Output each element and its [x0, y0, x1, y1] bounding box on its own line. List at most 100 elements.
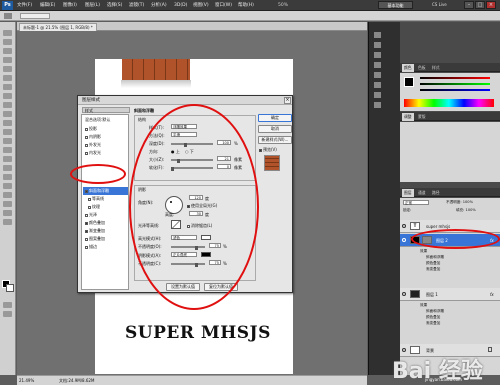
- effect-gradient-overlay[interactable]: 渐变叠加: [426, 321, 440, 326]
- minimize-button[interactable]: –: [464, 1, 474, 9]
- shape-tool-icon[interactable]: [3, 183, 12, 189]
- quick-select-tool-icon[interactable]: [3, 57, 12, 63]
- checkbox[interactable]: [85, 229, 88, 233]
- character-panel-icon[interactable]: [374, 52, 381, 58]
- checkbox[interactable]: [85, 221, 88, 225]
- color-slider-r[interactable]: [420, 77, 490, 79]
- checkbox[interactable]: [85, 213, 88, 217]
- checkbox[interactable]: [88, 205, 91, 209]
- brush-panel-icon[interactable]: [374, 72, 381, 78]
- crop-tool-icon[interactable]: [3, 66, 12, 72]
- blend-mode-select[interactable]: 正常: [403, 200, 429, 205]
- type-tool-icon[interactable]: [3, 165, 12, 171]
- new-style-button[interactable]: 新建样式(W)...: [258, 136, 292, 144]
- eye-icon[interactable]: [402, 348, 406, 352]
- style-item-gradient-overlay[interactable]: 渐变叠加: [83, 227, 128, 235]
- eye-icon[interactable]: [402, 238, 406, 242]
- cancel-button[interactable]: 取消: [258, 125, 292, 133]
- eye-icon[interactable]: [402, 292, 406, 296]
- cs-live-button[interactable]: CS Live: [432, 2, 447, 7]
- style-item-pattern-overlay[interactable]: 图案叠加: [83, 235, 128, 243]
- lasso-tool-icon[interactable]: [3, 48, 12, 54]
- style-item-texture[interactable]: 纹理: [83, 203, 128, 211]
- menu-select[interactable]: 选择(S): [107, 2, 122, 10]
- style-item-satin[interactable]: 光泽: [83, 211, 128, 219]
- style-item-drop-shadow[interactable]: 投影: [83, 125, 128, 133]
- dodge-tool-icon[interactable]: [3, 147, 12, 153]
- hand-tool-icon[interactable]: [3, 210, 12, 216]
- menu-window[interactable]: 窗口(W): [215, 2, 232, 10]
- color-slider-b[interactable]: [420, 89, 490, 91]
- menu-filter[interactable]: 滤镜(T): [129, 2, 144, 10]
- checkbox[interactable]: [259, 148, 262, 152]
- style-item-bevel-emboss[interactable]: 斜面和浮雕: [83, 187, 128, 195]
- stamp-tool-icon[interactable]: [3, 102, 12, 108]
- tab-channels[interactable]: 通道: [416, 189, 428, 197]
- tab-masks[interactable]: 蒙版: [416, 113, 428, 121]
- workspace-button[interactable]: 基本功能: [378, 1, 413, 9]
- gradient-tool-icon[interactable]: [3, 129, 12, 135]
- dialog-close-button[interactable]: ×: [284, 97, 291, 104]
- blur-tool-icon[interactable]: [3, 138, 12, 144]
- tab-color[interactable]: 颜色: [402, 64, 414, 72]
- checkbox[interactable]: [85, 245, 88, 249]
- blend-options-item[interactable]: 混合选项:默认: [83, 116, 128, 124]
- checkbox[interactable]: [85, 127, 88, 131]
- maximize-button[interactable]: □: [475, 1, 485, 9]
- tab-swatches[interactable]: 色板: [416, 64, 428, 72]
- paragraph-panel-icon[interactable]: [374, 62, 381, 68]
- layer-row-layer1[interactable]: 图层 1 fx: [400, 288, 500, 301]
- effect-bevel[interactable]: 斜面和浮雕: [426, 255, 444, 260]
- background-color-swatch[interactable]: [6, 284, 14, 292]
- move-tool-icon[interactable]: [3, 30, 12, 36]
- style-item-inner-glow[interactable]: 内发光: [83, 149, 128, 157]
- eraser-tool-icon[interactable]: [3, 120, 12, 126]
- checkbox[interactable]: [85, 189, 88, 193]
- color-ramp[interactable]: [404, 99, 494, 107]
- tab-adjustments[interactable]: 调整: [402, 113, 414, 121]
- checkbox[interactable]: [88, 197, 91, 201]
- menu-3d[interactable]: 3D(D): [174, 2, 187, 10]
- checkbox[interactable]: [85, 143, 88, 147]
- menu-analysis[interactable]: 分析(A): [151, 2, 167, 10]
- effect-bevel[interactable]: 斜面和浮雕: [426, 309, 444, 314]
- menu-image[interactable]: 图像(I): [63, 2, 77, 10]
- history-panel-icon[interactable]: [374, 32, 381, 38]
- effect-gradient-overlay[interactable]: 渐变叠加: [426, 267, 440, 272]
- status-zoom[interactable]: 21.49%: [19, 376, 34, 385]
- color-fg-swatch[interactable]: [404, 77, 414, 87]
- preview-checkbox[interactable]: 预览(V): [259, 147, 277, 153]
- healing-tool-icon[interactable]: [3, 84, 12, 90]
- menu-file[interactable]: 文件(F): [17, 2, 32, 10]
- tab-paths[interactable]: 路径: [430, 189, 442, 197]
- menu-edit[interactable]: 编辑(E): [40, 2, 55, 10]
- styles-header[interactable]: 样式: [82, 107, 130, 113]
- 3d-camera-tool-icon[interactable]: [3, 201, 12, 207]
- checkbox[interactable]: [85, 237, 88, 241]
- color-slider-g[interactable]: [420, 83, 490, 85]
- history-brush-tool-icon[interactable]: [3, 111, 12, 117]
- layer-fill[interactable]: 填充: 100%: [456, 208, 476, 213]
- layer-opacity[interactable]: 不透明度: 100%: [446, 200, 473, 205]
- clone-source-panel-icon[interactable]: [374, 82, 381, 88]
- effect-color-overlay[interactable]: 颜色叠加: [426, 261, 440, 266]
- pen-tool-icon[interactable]: [3, 156, 12, 162]
- style-item-outer-glow[interactable]: 外发光: [83, 141, 128, 149]
- brush-tool-icon[interactable]: [3, 93, 12, 99]
- document-tab[interactable]: 未标题-1 @ 21.5% (图层 1, RGB/8) *: [19, 23, 97, 31]
- auto-select-field[interactable]: [20, 13, 50, 19]
- style-item-contour[interactable]: 等高线: [83, 195, 128, 203]
- eyedropper-tool-icon[interactable]: [3, 75, 12, 81]
- tab-styles[interactable]: 样式: [430, 64, 442, 72]
- menu-help[interactable]: 帮助(H): [238, 2, 254, 10]
- screen-mode-icon[interactable]: [3, 311, 12, 317]
- fx-icon[interactable]: fx: [490, 292, 494, 297]
- path-select-tool-icon[interactable]: [3, 174, 12, 180]
- eye-icon[interactable]: [402, 224, 406, 228]
- zoom-tool-icon[interactable]: [3, 219, 12, 225]
- marquee-tool-icon[interactable]: [3, 39, 12, 45]
- effect-color-overlay[interactable]: 颜色叠加: [426, 315, 440, 320]
- menu-layer[interactable]: 图层(L): [85, 2, 100, 10]
- ok-button[interactable]: 确定: [258, 114, 292, 122]
- close-button[interactable]: ×: [486, 1, 496, 9]
